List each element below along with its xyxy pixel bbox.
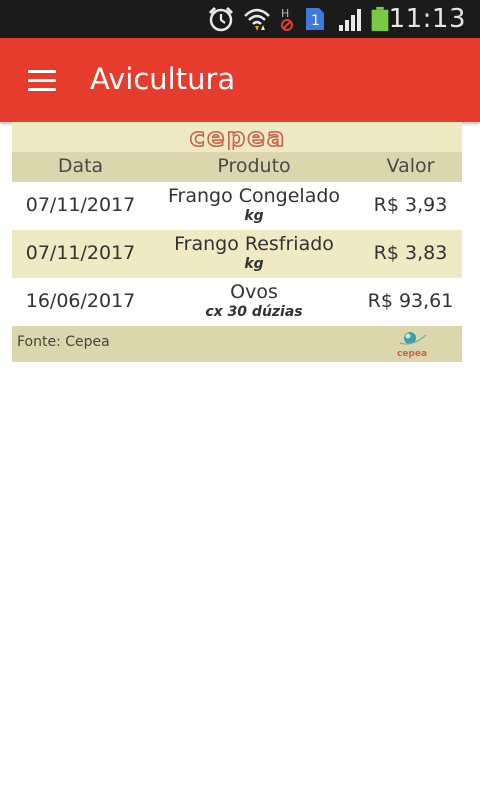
- row-date: 07/11/2017: [25, 242, 136, 264]
- header-value: Valor: [386, 155, 435, 177]
- app-bar: Avicultura: [0, 38, 480, 122]
- status-bar: H 1 11:13: [0, 0, 480, 38]
- no-signal-h-icon: H: [281, 7, 293, 31]
- product-name: Frango Congelado: [167, 185, 341, 207]
- wifi-icon: [244, 8, 270, 31]
- table-logo-row: cepea: [12, 122, 462, 152]
- sim-1-icon: 1: [306, 8, 324, 30]
- row-product: Frango Resfriado kg: [149, 233, 359, 273]
- svg-text:1: 1: [311, 13, 320, 29]
- product-unit: kg: [244, 256, 264, 272]
- hamburger-menu-icon[interactable]: [24, 64, 60, 96]
- table-row: 16/06/2017 Ovos cx 30 dúzias R$ 93,61: [12, 278, 462, 326]
- table-row: 07/11/2017 Frango Resfriado kg R$ 3,83: [12, 230, 462, 278]
- page-title: Avicultura: [90, 62, 236, 96]
- svg-text:H: H: [281, 7, 289, 20]
- product-name: Ovos: [230, 281, 278, 303]
- alarm-icon: [208, 6, 234, 32]
- product-name: Frango Resfriado: [174, 233, 334, 255]
- cepea-logo: cepea: [189, 124, 287, 150]
- table-footer: Fonte: Cepea cepea: [12, 326, 462, 362]
- signal-icon: [339, 9, 361, 31]
- row-date: 07/11/2017: [25, 194, 136, 216]
- row-product: Ovos cx 30 dúzias: [149, 281, 359, 321]
- row-value: R$ 3,83: [373, 242, 448, 264]
- clock: 11:13: [388, 4, 466, 34]
- product-unit: kg: [244, 208, 264, 224]
- table-header: Data Produto Valor: [12, 152, 462, 182]
- product-unit: cx 30 dúzias: [205, 304, 303, 320]
- row-product: Frango Congelado kg: [149, 185, 359, 225]
- source-label: Fonte: Cepea: [17, 334, 110, 350]
- svg-text:cepea: cepea: [190, 124, 287, 150]
- header-product: Produto: [217, 155, 291, 177]
- battery-icon: [371, 6, 389, 32]
- price-table: cepea Data Produto Valor 07/11/2017 Fran…: [12, 122, 462, 362]
- row-value: R$ 93,61: [367, 290, 454, 312]
- row-value: R$ 3,93: [373, 194, 448, 216]
- cepea-small-logo: cepea: [397, 332, 427, 359]
- row-date: 16/06/2017: [25, 290, 136, 312]
- header-date: Data: [57, 155, 104, 177]
- table-row: 07/11/2017 Frango Congelado kg R$ 3,93: [12, 182, 462, 230]
- svg-text:cepea: cepea: [397, 349, 427, 359]
